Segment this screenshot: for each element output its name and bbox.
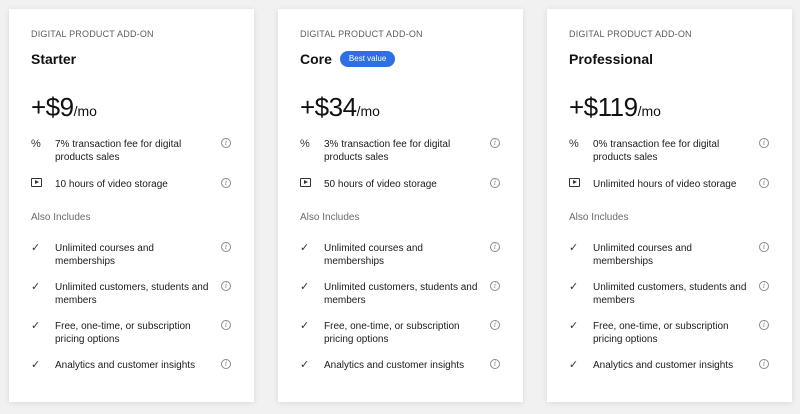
include-text: Unlimited customers, students and member… [324, 282, 478, 306]
feature-row: 50 hours of video storage i [300, 178, 500, 191]
include-text: Analytics and customer insights [593, 360, 734, 371]
check-icon: ✓ [31, 281, 41, 293]
include-row: ✓ Unlimited courses and memberships i [300, 242, 500, 268]
best-value-badge: Best value [339, 51, 396, 67]
percent-icon: % [31, 138, 41, 150]
info-icon[interactable]: i [490, 178, 500, 188]
feature-row: % 0% transaction fee for digital product… [569, 138, 769, 164]
price-amount: +$34 [300, 92, 357, 122]
plan-price: +$34/mo [300, 92, 380, 123]
feature-row: Unlimited hours of video storage i [569, 178, 769, 191]
info-icon[interactable]: i [759, 242, 769, 252]
info-icon[interactable]: i [221, 359, 231, 369]
feature-text: 10 hours of video storage [55, 179, 168, 190]
include-row: ✓ Free, one-time, or subscription pricin… [300, 320, 500, 346]
include-text: Free, one-time, or subscription pricing … [55, 321, 191, 345]
check-icon: ✓ [31, 359, 41, 371]
feature-row: % 7% transaction fee for digital product… [31, 138, 231, 164]
include-row: ✓ Unlimited customers, students and memb… [31, 281, 231, 307]
card-eyebrow: DIGITAL PRODUCT ADD-ON [300, 29, 423, 39]
include-row: ✓ Unlimited courses and memberships i [31, 242, 231, 268]
info-icon[interactable]: i [221, 178, 231, 188]
feature-text: 50 hours of video storage [324, 179, 437, 190]
video-icon [31, 178, 55, 187]
info-icon[interactable]: i [759, 281, 769, 291]
info-icon[interactable]: i [490, 138, 500, 148]
info-icon[interactable]: i [221, 138, 231, 148]
check-icon: ✓ [300, 281, 310, 293]
include-text: Unlimited courses and memberships [324, 243, 423, 267]
price-period: /mo [637, 103, 661, 119]
percent-icon: % [569, 138, 579, 150]
card-eyebrow: DIGITAL PRODUCT ADD-ON [569, 29, 692, 39]
pricing-card-core: DIGITAL PRODUCT ADD-ON Core Best value +$… [278, 9, 523, 402]
include-row: ✓ Analytics and customer insights i [300, 359, 500, 372]
plan-name-text: Professional [569, 51, 654, 67]
plan-name: Professional [569, 51, 653, 67]
include-row: ✓ Unlimited customers, students and memb… [569, 281, 769, 307]
check-icon: ✓ [569, 359, 579, 371]
price-amount: +$119 [569, 92, 638, 122]
plan-name: Starter [31, 51, 76, 67]
check-icon: ✓ [569, 320, 579, 332]
check-icon: ✓ [31, 242, 41, 254]
price-period: /mo [356, 103, 380, 119]
feature-text: 3% transaction fee for digital products … [324, 139, 451, 163]
info-icon[interactable]: i [490, 242, 500, 252]
include-text: Free, one-time, or subscription pricing … [324, 321, 460, 345]
include-row: ✓ Free, one-time, or subscription pricin… [31, 320, 231, 346]
card-eyebrow: DIGITAL PRODUCT ADD-ON [31, 29, 154, 39]
feature-row: % 3% transaction fee for digital product… [300, 138, 500, 164]
info-icon[interactable]: i [221, 281, 231, 291]
feature-text: 7% transaction fee for digital products … [55, 139, 182, 163]
plan-name-text: Core [300, 51, 332, 67]
also-includes-label: Also Includes [300, 212, 360, 223]
info-icon[interactable]: i [490, 281, 500, 291]
also-includes-label: Also Includes [31, 212, 91, 223]
info-icon[interactable]: i [221, 320, 231, 330]
include-row: ✓ Free, one-time, or subscription pricin… [569, 320, 769, 346]
plan-price: +$9/mo [31, 92, 97, 123]
video-icon [300, 178, 324, 187]
check-icon: ✓ [569, 281, 579, 293]
price-amount: +$9 [31, 92, 74, 122]
info-icon[interactable]: i [759, 320, 769, 330]
pricing-card-professional: DIGITAL PRODUCT ADD-ON Professional +$11… [547, 9, 792, 402]
check-icon: ✓ [569, 242, 579, 254]
info-icon[interactable]: i [490, 320, 500, 330]
plan-name-text: Starter [31, 51, 77, 67]
include-row: ✓ Analytics and customer insights i [569, 359, 769, 372]
percent-icon: % [300, 138, 310, 150]
include-row: ✓ Unlimited customers, students and memb… [300, 281, 500, 307]
info-icon[interactable]: i [759, 359, 769, 369]
include-text: Unlimited customers, students and member… [593, 282, 747, 306]
include-row: ✓ Analytics and customer insights i [31, 359, 231, 372]
also-includes-label: Also Includes [569, 212, 629, 223]
info-icon[interactable]: i [759, 138, 769, 148]
plan-name: Core Best value [300, 51, 396, 67]
info-icon[interactable]: i [490, 359, 500, 369]
include-text: Free, one-time, or subscription pricing … [593, 321, 729, 345]
info-icon[interactable]: i [759, 178, 769, 188]
video-icon [569, 178, 593, 187]
include-text: Unlimited courses and memberships [55, 243, 154, 267]
include-text: Analytics and customer insights [324, 360, 465, 371]
check-icon: ✓ [31, 320, 41, 332]
include-row: ✓ Unlimited courses and memberships i [569, 242, 769, 268]
include-text: Unlimited courses and memberships [593, 243, 692, 267]
info-icon[interactable]: i [221, 242, 231, 252]
feature-text: 0% transaction fee for digital products … [593, 139, 720, 163]
check-icon: ✓ [300, 359, 310, 371]
check-icon: ✓ [300, 242, 310, 254]
include-text: Analytics and customer insights [55, 360, 196, 371]
include-text: Unlimited customers, students and member… [55, 282, 209, 306]
price-period: /mo [73, 103, 97, 119]
pricing-card-starter: DIGITAL PRODUCT ADD-ON Starter +$9/mo % … [9, 9, 254, 402]
plan-price: +$119/mo [569, 92, 661, 123]
feature-text: Unlimited hours of video storage [593, 179, 737, 190]
check-icon: ✓ [300, 320, 310, 332]
feature-row: 10 hours of video storage i [31, 178, 231, 191]
